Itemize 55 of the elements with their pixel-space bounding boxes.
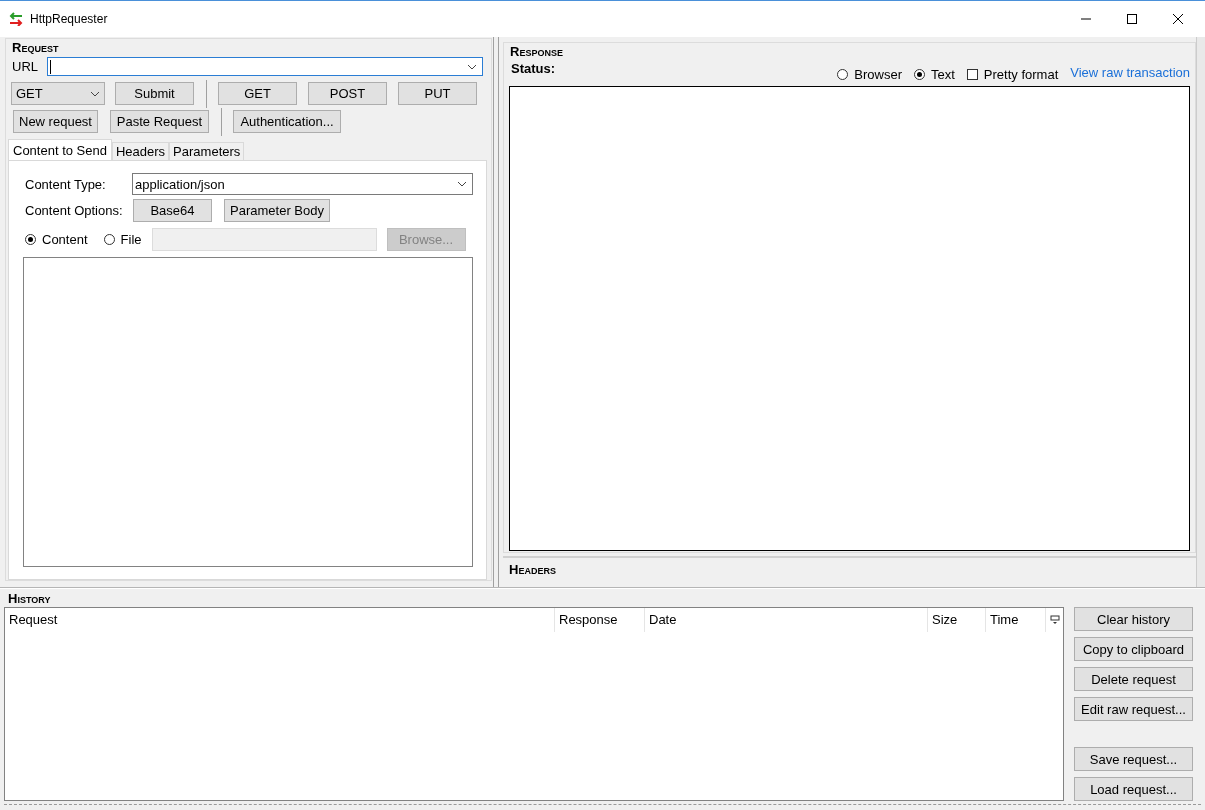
method-button[interactable]: PUT [398,82,477,105]
radio-button[interactable] [837,68,849,80]
chevron-down-icon[interactable] [457,181,467,187]
close-icon[interactable] [1172,13,1184,25]
section-title: Response [510,44,564,59]
tab[interactable]: Headers [111,142,170,160]
section-title: History [8,591,52,606]
content-option-button[interactable]: Base64 [133,199,212,222]
column-header[interactable]: Time [986,608,1046,632]
pretty-format-label[interactable]: Pretty format [983,66,1059,82]
authentication-button[interactable]: Authentication... [233,110,341,133]
history-button[interactable]: Save request... [1074,747,1193,771]
view-raw-link[interactable]: View raw transaction [1070,64,1190,80]
status-label: Status: [511,61,556,76]
content-type-label: Content Type: [25,176,107,192]
content-option-button[interactable]: Parameter Body [224,199,330,222]
history-button[interactable]: Load request... [1074,777,1193,801]
section-title[interactable]: Headers [509,562,556,577]
column-header[interactable]: Date [645,608,928,632]
action-button[interactable]: New request [13,110,98,133]
source-label[interactable]: Content [42,232,88,247]
method-button[interactable]: GET [218,82,297,105]
section-title: Request [12,40,60,55]
column-chooser-icon[interactable] [1050,615,1060,625]
chevron-down-icon[interactable] [467,63,477,70]
checkbox[interactable] [966,68,978,80]
file-path-field[interactable] [151,228,377,251]
history-button[interactable]: Copy to clipboard [1074,637,1193,661]
url-label: URL [12,59,38,74]
arrows-icon [9,12,23,26]
column-header[interactable]: Size [928,608,986,632]
history-button[interactable]: Clear history [1074,607,1193,631]
tab[interactable]: Parameters [169,142,245,160]
tab[interactable]: Content to Send [8,139,112,160]
radio-button[interactable] [914,68,925,80]
submit-button[interactable]: Submit [115,82,194,105]
maximize-icon[interactable] [1126,13,1138,25]
history-button[interactable]: Delete request [1074,667,1193,691]
chevron-down-icon[interactable] [90,90,100,97]
view-mode-label[interactable]: Browser [854,66,902,82]
method-button[interactable]: POST [308,82,387,105]
source-label[interactable]: File [120,232,142,247]
history-button[interactable]: Edit raw request... [1074,697,1193,721]
column-header[interactable]: Request [5,608,555,632]
content-type-dropdown[interactable]: application/json [132,173,473,195]
action-button[interactable]: Paste Request [110,110,209,133]
view-mode-label[interactable]: Text [931,66,955,82]
method-dropdown[interactable]: GET [11,82,105,105]
history-list[interactable]: Request Response Date Size Time [4,607,1064,801]
radio-button[interactable] [25,234,36,245]
radio-button[interactable] [103,234,115,245]
content-options-label: Content Options: [25,203,121,218]
column-header[interactable]: Response [555,608,645,632]
window-title: HttpRequester [30,12,108,26]
url-field[interactable] [47,57,483,76]
